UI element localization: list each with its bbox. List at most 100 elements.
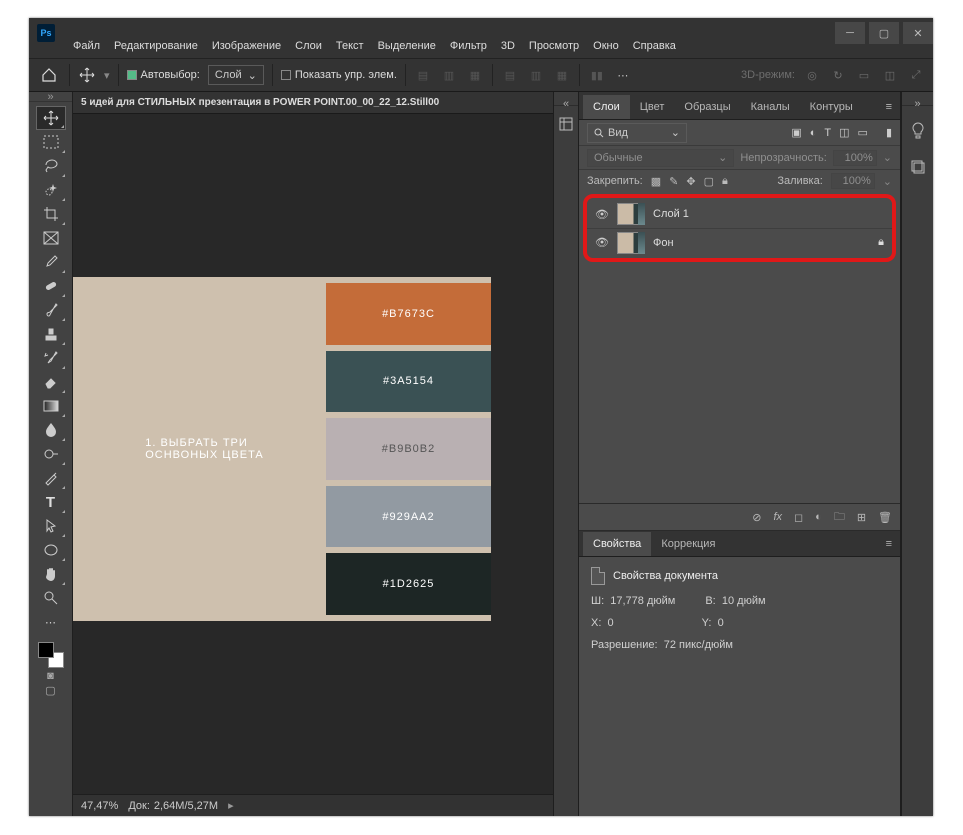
filter-pixel-icon[interactable]: ▣ bbox=[791, 126, 801, 139]
visibility-icon[interactable]: 👁︎ bbox=[595, 208, 609, 221]
layer-name[interactable]: Слой 1 bbox=[653, 208, 689, 220]
menu-type[interactable]: Текст bbox=[336, 40, 364, 52]
lock-artboard-icon[interactable]: ▢ bbox=[704, 175, 714, 188]
screenmode-icon[interactable]: ▢ bbox=[41, 684, 61, 698]
dock-collapse-left-icon[interactable]: « bbox=[554, 98, 578, 106]
visibility-icon[interactable]: 👁︎ bbox=[595, 236, 609, 249]
align-left-icon[interactable]: ▤ bbox=[414, 66, 432, 84]
history-panel-icon[interactable] bbox=[558, 116, 574, 132]
tab-adjustments[interactable]: Коррекция bbox=[651, 532, 725, 556]
menu-select[interactable]: Выделение bbox=[378, 40, 436, 52]
gradient-tool[interactable] bbox=[36, 394, 66, 418]
filter-smart-icon[interactable]: ▭ bbox=[858, 126, 868, 139]
autoselect-scope-dropdown[interactable]: Слой⌄ bbox=[208, 65, 264, 85]
frame-tool[interactable] bbox=[36, 226, 66, 250]
properties-menu-icon[interactable]: ≡ bbox=[878, 532, 900, 556]
scale-3d-icon[interactable]: ⤢ bbox=[907, 66, 925, 84]
menu-layer[interactable]: Слои bbox=[295, 40, 322, 52]
hand-tool[interactable] bbox=[36, 562, 66, 586]
filter-adjust-icon[interactable]: ◐ bbox=[810, 127, 817, 139]
menu-filter[interactable]: Фильтр bbox=[450, 40, 487, 52]
edit-toolbar-icon[interactable]: ⋯ bbox=[36, 610, 66, 634]
marquee-tool[interactable] bbox=[36, 130, 66, 154]
eraser-tool[interactable] bbox=[36, 370, 66, 394]
stamp-tool[interactable] bbox=[36, 322, 66, 346]
menu-3d[interactable]: 3D bbox=[501, 40, 515, 52]
lock-move-icon[interactable]: ✥ bbox=[686, 175, 695, 188]
brush-tool[interactable] bbox=[36, 298, 66, 322]
menu-view[interactable]: Просмотр bbox=[529, 40, 579, 52]
lock-all-icon[interactable]: 🔒︎ bbox=[722, 175, 728, 188]
document-tab[interactable]: 5 идей для СТИЛЬНЫХ презентация в POWER … bbox=[73, 92, 553, 114]
dock-collapse-right-icon[interactable]: » bbox=[902, 98, 933, 106]
crop-tool[interactable] bbox=[36, 202, 66, 226]
type-tool[interactable]: T bbox=[36, 490, 66, 514]
slide-3d-icon[interactable]: ◫ bbox=[881, 66, 899, 84]
delete-layer-icon[interactable]: 🗑︎ bbox=[878, 511, 892, 524]
history-brush-tool[interactable] bbox=[36, 346, 66, 370]
toolbox-collapse-icon[interactable]: » bbox=[29, 92, 72, 102]
distribute-icon[interactable]: ▮▮ bbox=[588, 66, 606, 84]
align-bottom-icon[interactable]: ▦ bbox=[553, 66, 571, 84]
status-more-icon[interactable]: ▸ bbox=[228, 799, 234, 812]
color-swatches[interactable] bbox=[36, 640, 66, 670]
blur-tool[interactable] bbox=[36, 418, 66, 442]
new-layer-icon[interactable]: ⊞ bbox=[857, 511, 866, 524]
libraries-panel-icon[interactable] bbox=[907, 156, 929, 178]
tab-color[interactable]: Цвет bbox=[630, 95, 675, 119]
opacity-field[interactable]: 100% bbox=[833, 150, 877, 166]
tab-channels[interactable]: Каналы bbox=[741, 95, 800, 119]
zoom-level[interactable]: 47,47% bbox=[81, 800, 118, 812]
tab-paths[interactable]: Контуры bbox=[800, 95, 863, 119]
layer-filter-dropdown[interactable]: Вид⌄ bbox=[587, 123, 687, 143]
add-mask-icon[interactable]: ◻ bbox=[794, 511, 803, 524]
more-align-icon[interactable]: ⋯ bbox=[614, 66, 632, 84]
menu-window[interactable]: Окно bbox=[593, 40, 619, 52]
swirl-3d-icon[interactable]: ↻ bbox=[829, 66, 847, 84]
layer-thumbnail[interactable] bbox=[617, 203, 645, 225]
tab-properties[interactable]: Свойства bbox=[583, 532, 651, 556]
eyedropper-tool[interactable] bbox=[36, 250, 66, 274]
pen-tool[interactable] bbox=[36, 466, 66, 490]
filter-shape-icon[interactable]: ◫ bbox=[839, 126, 849, 139]
blend-mode-dropdown[interactable]: Обычные⌄ bbox=[587, 149, 734, 167]
align-top-icon[interactable]: ▤ bbox=[501, 66, 519, 84]
lock-icon[interactable]: 🔒︎ bbox=[878, 236, 884, 249]
fx-icon[interactable]: fx bbox=[773, 511, 782, 523]
tab-layers[interactable]: Слои bbox=[583, 95, 630, 119]
menu-help[interactable]: Справка bbox=[633, 40, 676, 52]
layer-row[interactable]: 👁︎ Слой 1 bbox=[587, 200, 892, 228]
home-icon[interactable] bbox=[37, 63, 61, 87]
filter-type-icon[interactable]: T bbox=[824, 127, 831, 139]
menu-edit[interactable]: Редактирование bbox=[114, 40, 198, 52]
orbit-3d-icon[interactable]: ◎ bbox=[803, 66, 821, 84]
align-middle-icon[interactable]: ▥ bbox=[527, 66, 545, 84]
quick-select-tool[interactable] bbox=[36, 178, 66, 202]
lock-paint-icon[interactable]: ✎ bbox=[669, 175, 678, 188]
new-group-icon[interactable]: 🗀︎ bbox=[834, 508, 845, 527]
zoom-tool[interactable] bbox=[36, 586, 66, 610]
path-select-tool[interactable] bbox=[36, 514, 66, 538]
new-adjustment-icon[interactable]: ◐ bbox=[815, 511, 822, 523]
layer-name[interactable]: Фон bbox=[653, 237, 674, 249]
canvas[interactable]: 1. ВЫБРАТЬ ТРИ ОСНВОНЫХ ЦВЕТА #B7673C #3… bbox=[73, 114, 553, 794]
align-center-icon[interactable]: ▥ bbox=[440, 66, 458, 84]
link-layers-icon[interactable]: ⊘ bbox=[752, 511, 761, 524]
show-transform-checkbox[interactable]: Показать упр. элем. bbox=[281, 69, 397, 81]
healing-tool[interactable] bbox=[36, 274, 66, 298]
quickmask-icon[interactable]: ◙ bbox=[41, 670, 61, 684]
filter-toggle-icon[interactable]: ▮ bbox=[886, 126, 892, 139]
menu-image[interactable]: Изображение bbox=[212, 40, 281, 52]
lasso-tool[interactable] bbox=[36, 154, 66, 178]
learn-panel-icon[interactable] bbox=[907, 120, 929, 142]
pan-3d-icon[interactable]: ▭ bbox=[855, 66, 873, 84]
dodge-tool[interactable] bbox=[36, 442, 66, 466]
menu-file[interactable]: Файл bbox=[73, 40, 100, 52]
layer-row[interactable]: 👁︎ Фон 🔒︎ bbox=[587, 228, 892, 256]
move-tool[interactable] bbox=[36, 106, 66, 130]
shape-tool[interactable] bbox=[36, 538, 66, 562]
align-right-icon[interactable]: ▦ bbox=[466, 66, 484, 84]
layer-thumbnail[interactable] bbox=[617, 232, 645, 254]
tab-swatches[interactable]: Образцы bbox=[674, 95, 740, 119]
panel-menu-icon[interactable]: ≡ bbox=[878, 95, 900, 119]
